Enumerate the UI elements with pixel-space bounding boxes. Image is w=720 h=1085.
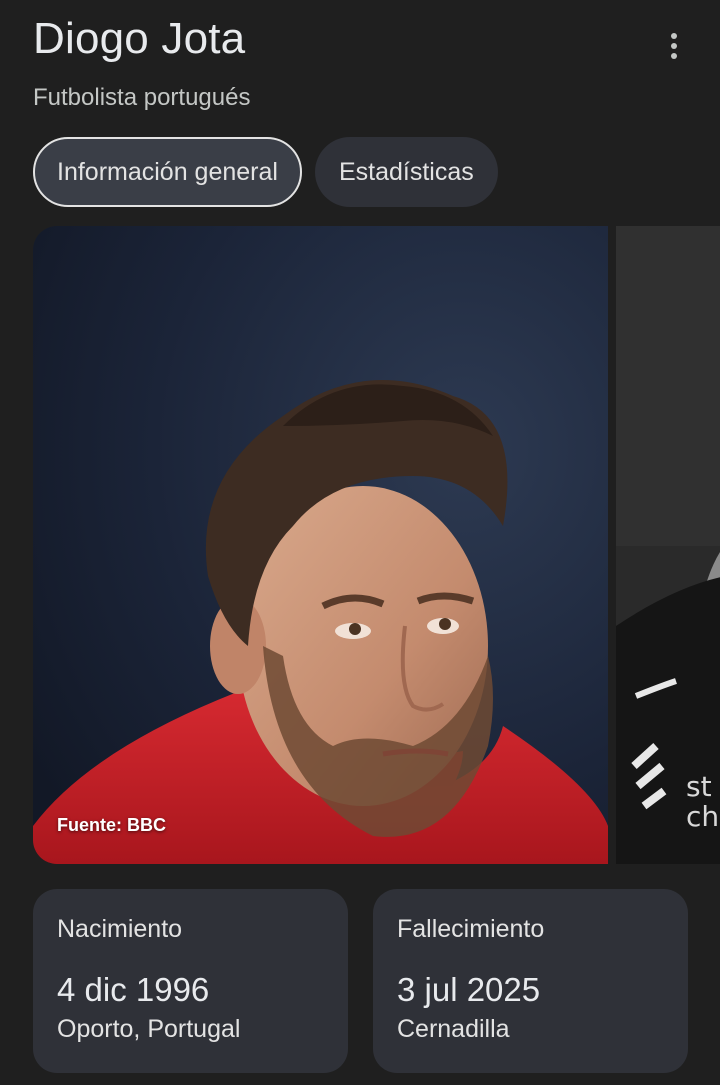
birth-card[interactable]: Nacimiento 4 dic 1996 Oporto, Portugal xyxy=(33,889,348,1073)
page-title: Diogo Jota xyxy=(33,14,246,63)
player-photo-secondary[interactable]: st ch xyxy=(616,226,720,864)
tab-estadisticas[interactable]: Estadísticas xyxy=(314,137,498,207)
tab-informacion-general[interactable]: Información general xyxy=(33,137,302,207)
death-date: 3 jul 2025 xyxy=(397,971,541,1008)
death-place: Cernadilla xyxy=(397,1015,510,1043)
death-label: Fallecimiento xyxy=(397,915,545,943)
birth-place: Oporto, Portugal xyxy=(57,1015,241,1043)
page-subtitle: Futbolista portugués xyxy=(33,84,251,111)
more-vert-icon xyxy=(671,33,677,59)
player-bw-image: st ch xyxy=(616,226,720,864)
player-portrait-image xyxy=(33,226,608,864)
knowledge-panel: Diogo Jota Futbolista portugués Informac… xyxy=(0,0,720,1085)
svg-text:ch: ch xyxy=(686,800,719,833)
death-card[interactable]: Fallecimiento 3 jul 2025 Cernadilla xyxy=(373,889,688,1073)
birth-label: Nacimiento xyxy=(57,915,183,943)
birth-date: 4 dic 1996 xyxy=(57,971,210,1008)
player-photo-main[interactable]: Fuente: BBC xyxy=(33,226,608,864)
svg-text:st: st xyxy=(686,770,712,803)
tab-bar: Información general Estadísticas xyxy=(33,137,498,207)
more-options-button[interactable] xyxy=(654,26,694,66)
image-carousel[interactable]: Fuente: BBC st ch xyxy=(33,226,720,864)
image-source-label: Fuente: BBC xyxy=(57,815,166,835)
fact-cards: Nacimiento 4 dic 1996 Oporto, Portugal F… xyxy=(33,889,688,1073)
